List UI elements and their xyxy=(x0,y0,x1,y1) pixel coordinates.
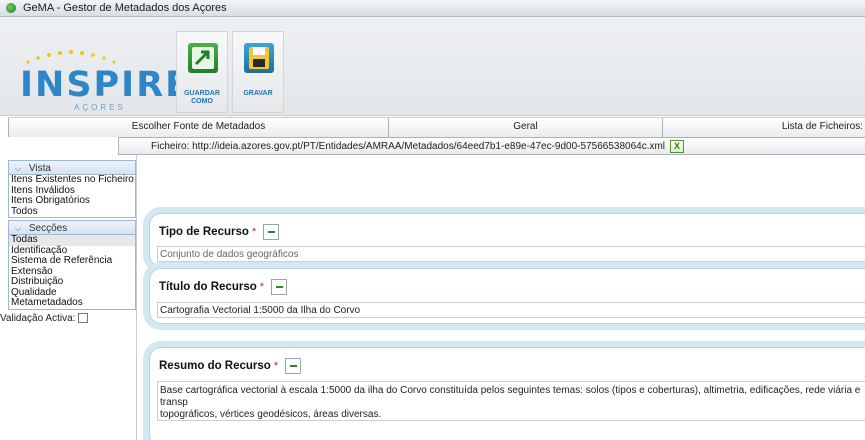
required-marker: * xyxy=(273,360,279,372)
window-title: GeMA - Gestor de Metadados dos Açores xyxy=(23,2,227,14)
required-marker: * xyxy=(251,226,257,238)
resource-abstract-field[interactable]: Base cartográfica vectorial à escala 1:5… xyxy=(157,381,865,421)
save-as-icon xyxy=(188,43,218,73)
collapse-resource-abstract-button[interactable] xyxy=(285,358,302,374)
view-item-existing[interactable]: Itens Existentes no Ficheiro xyxy=(9,174,135,186)
sections-list: Todas Identificação Sistema de Referênci… xyxy=(8,234,136,310)
validation-toggle: Validação Activa: xyxy=(0,313,136,324)
resource-type-card: Tipo de Recurso * Conjunto de dados geog… xyxy=(149,213,865,267)
section-item-all[interactable]: Todas xyxy=(9,234,135,246)
inspire-logo: INSPIRE AÇORES xyxy=(12,47,189,112)
file-path-bar: Ficheiro: http://ideia.azores.gov.pt/PT/… xyxy=(118,137,865,155)
collapse-resource-title-button[interactable] xyxy=(271,279,288,295)
sections-group-header[interactable]: ⌵ Secções xyxy=(8,220,136,235)
window-title-bar: GeMA - Gestor de Metadados dos Açores xyxy=(0,0,865,17)
validation-checkbox[interactable] xyxy=(78,313,89,323)
sections-group-title: Secções xyxy=(28,223,68,234)
collapse-resource-type-button[interactable] xyxy=(263,224,280,240)
tab-choose-metadata-source[interactable]: Escolher Fonte de Metadados xyxy=(8,118,389,137)
floppy-disk-icon xyxy=(244,43,274,73)
resource-abstract-label: Resumo do Recurso xyxy=(159,360,271,372)
logo-word: INSPIRE xyxy=(20,65,192,105)
view-item-all[interactable]: Todos xyxy=(9,206,135,218)
chevron-down-icon: ⌵ xyxy=(15,164,22,173)
tab-general[interactable]: Geral xyxy=(389,118,663,137)
minus-icon xyxy=(289,365,297,367)
section-item-distribution[interactable]: Distribuição xyxy=(9,276,135,288)
section-item-metametadata[interactable]: Metametadados xyxy=(9,297,135,309)
resource-title-field[interactable]: Cartografia Vectorial 1:5000 da Ilha do … xyxy=(157,302,865,318)
view-group-header[interactable]: ⌵ Vista xyxy=(8,160,136,175)
save-as-label: GUARDAR COMO xyxy=(184,90,220,105)
section-item-reference-system[interactable]: Sistema de Referência xyxy=(9,255,135,267)
minus-icon xyxy=(267,231,275,233)
tab-bar: Escolher Fonte de Metadados Geral Lista … xyxy=(8,117,865,137)
logo-subtitle: AÇORES xyxy=(74,103,126,112)
save-as-button[interactable]: GUARDAR COMO xyxy=(176,31,228,113)
required-marker: * xyxy=(259,281,265,293)
view-item-required[interactable]: Itens Obrigatórios xyxy=(9,195,135,207)
toolbar: INSPIRE AÇORES GUARDAR COMO GRAVAR xyxy=(0,17,865,116)
resource-title-card: Título do Recurso * Cartografia Vectoria… xyxy=(149,268,865,324)
validation-label: Validação Activa: xyxy=(0,312,76,324)
minus-icon xyxy=(275,286,283,288)
file-path-label: Ficheiro: http://ideia.azores.gov.pt/PT/… xyxy=(151,140,666,152)
resource-abstract-card: Resumo do Recurso * Base cartográfica ve… xyxy=(149,347,865,440)
resource-type-label: Tipo de Recurso xyxy=(159,226,249,238)
metadata-editor: Tipo de Recurso * Conjunto de dados geog… xyxy=(136,155,865,440)
save-button[interactable]: GRAVAR xyxy=(232,31,284,113)
chevron-down-icon: ⌵ xyxy=(15,224,22,233)
close-file-button[interactable]: X xyxy=(670,139,685,153)
resource-title-label: Título do Recurso xyxy=(159,281,257,293)
view-list: Itens Existentes no Ficheiro Itens Invál… xyxy=(8,174,136,218)
left-panel: ⌵ Vista Itens Existentes no Ficheiro Ite… xyxy=(0,160,136,440)
resource-type-field[interactable]: Conjunto de dados geográficos xyxy=(157,246,865,262)
app-icon xyxy=(6,3,16,13)
view-group-title: Vista xyxy=(28,163,51,174)
tab-file-list[interactable]: Lista de Ficheiros: xyxy=(663,118,865,137)
save-label: GRAVAR xyxy=(243,90,273,97)
logo-dots-graphic xyxy=(26,50,116,64)
